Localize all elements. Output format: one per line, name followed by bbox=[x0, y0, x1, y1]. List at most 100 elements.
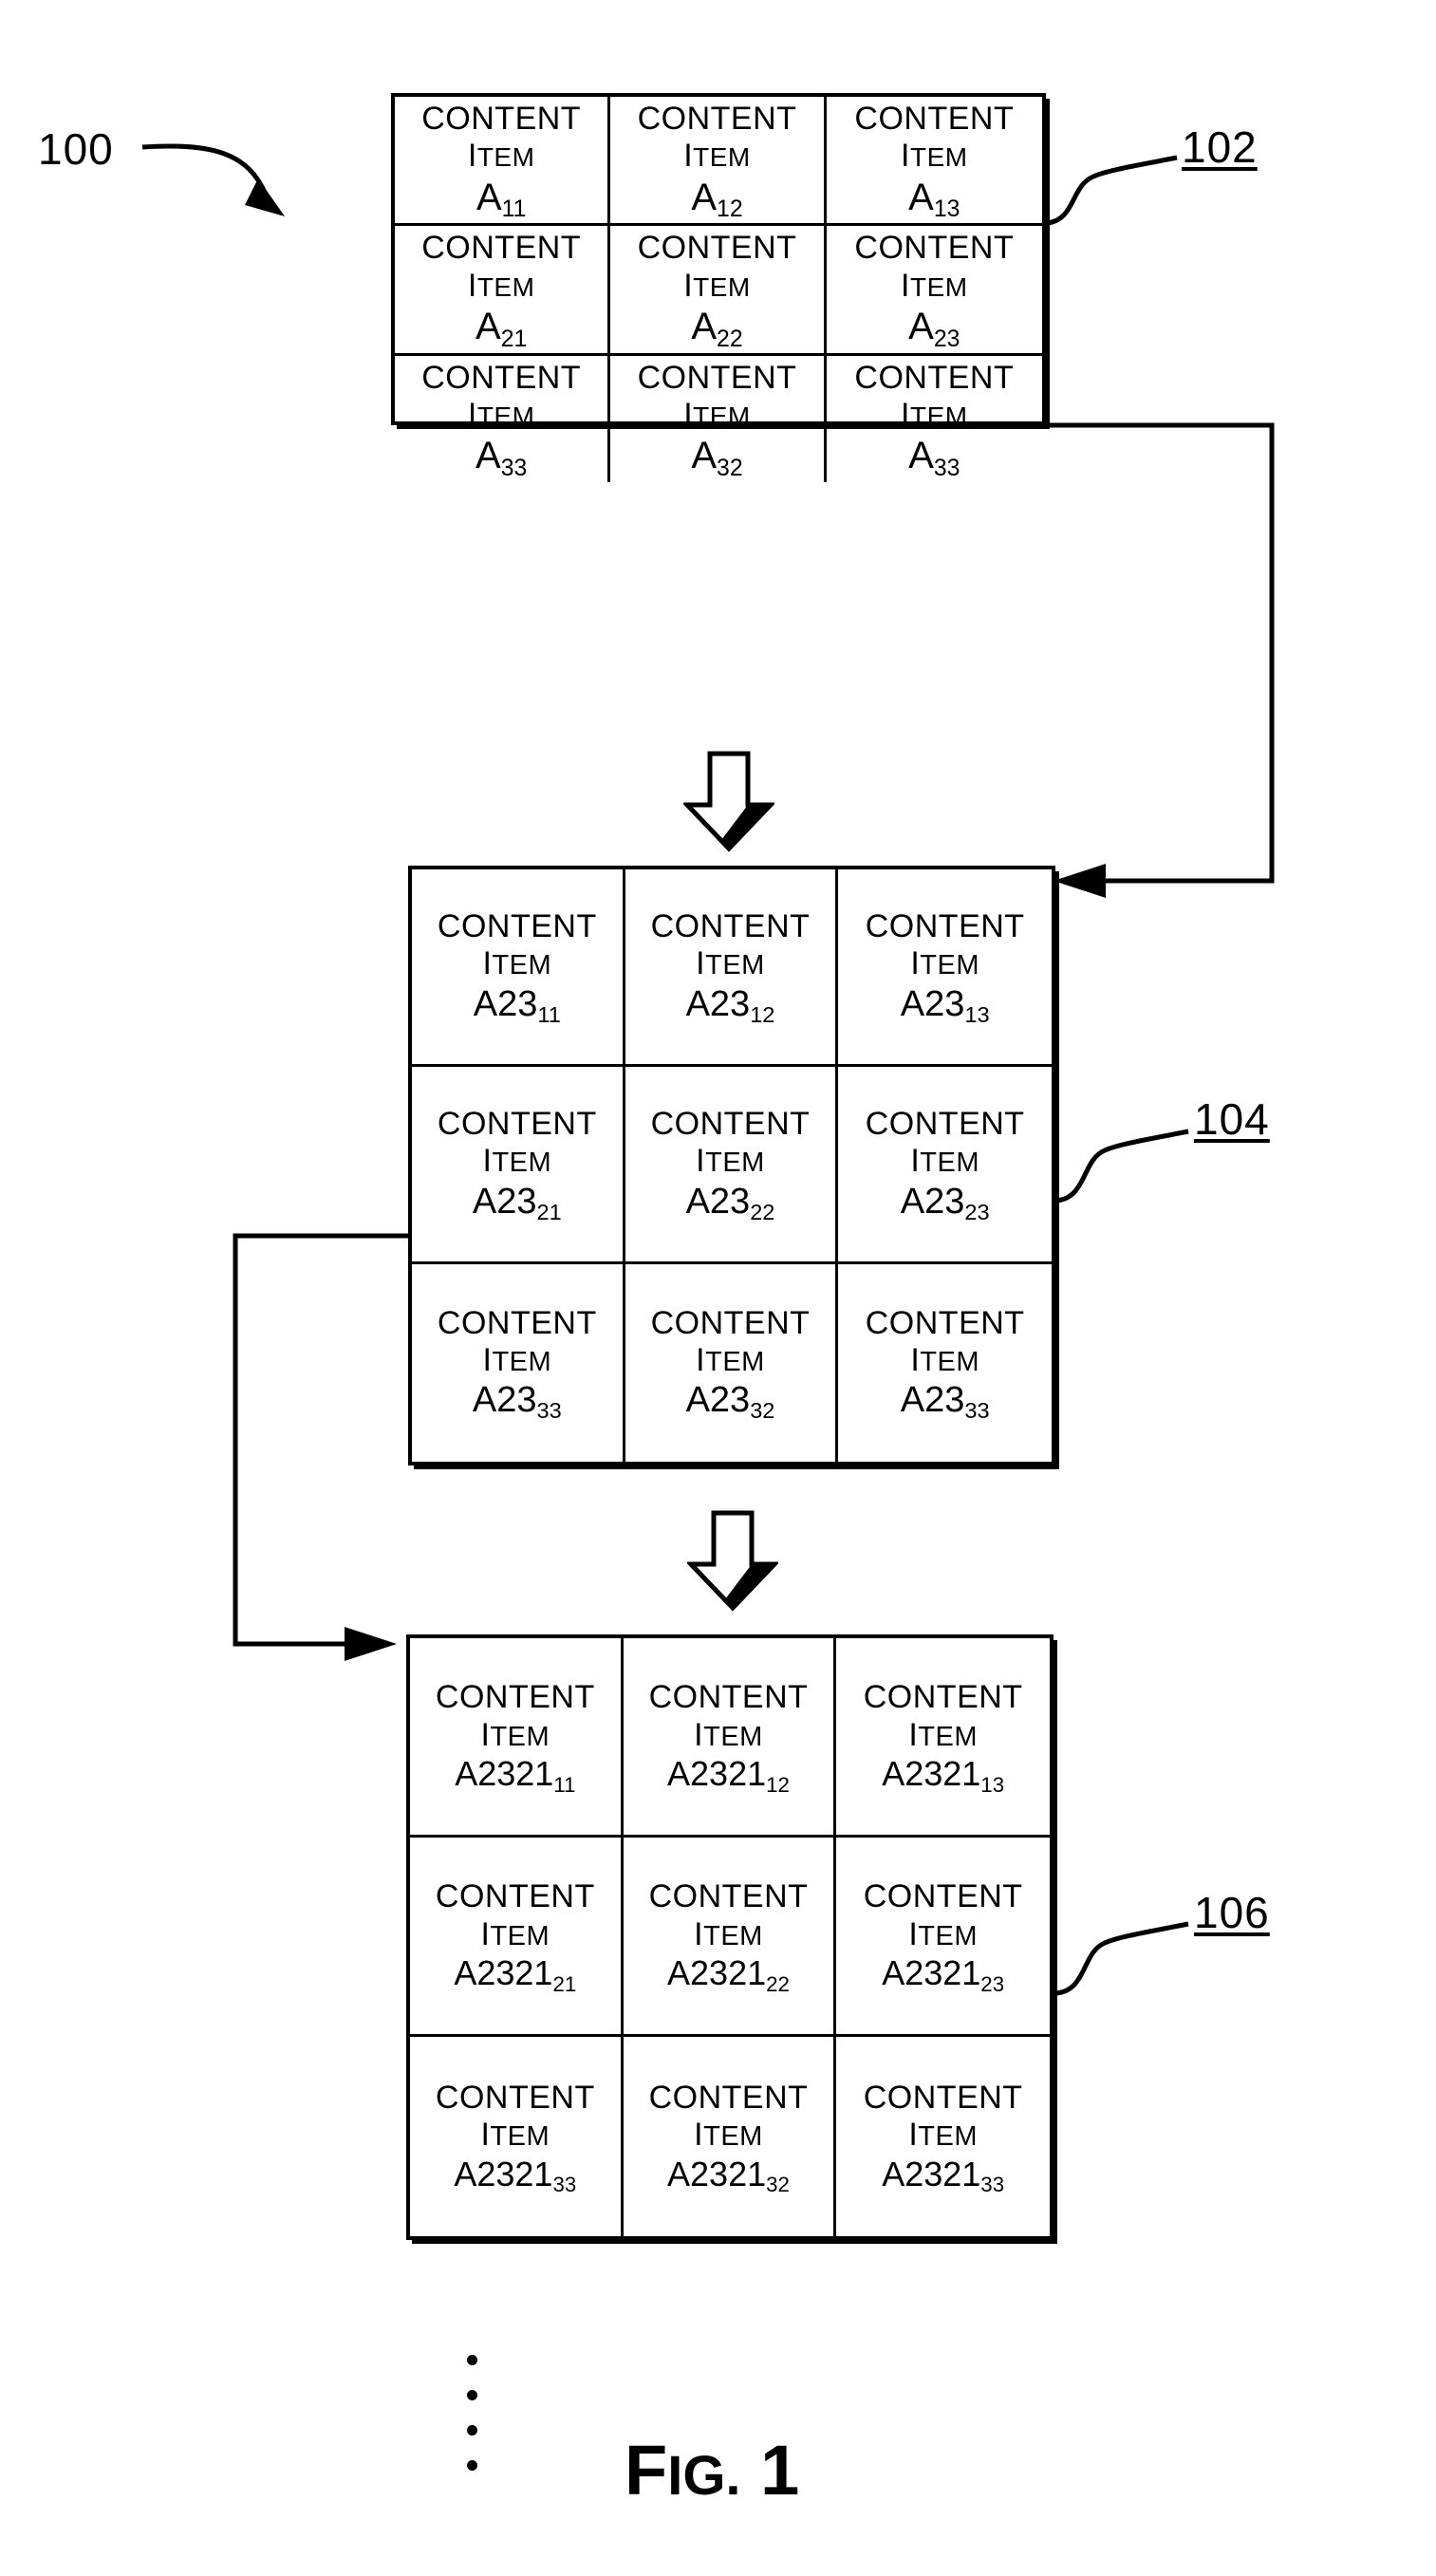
cell-id-base: A23 bbox=[900, 1380, 965, 1421]
cell-id-sub: 33 bbox=[933, 455, 960, 481]
grid-cell[interactable]: CONTENT ITEM A2332 bbox=[625, 1264, 839, 1462]
cell-id-sub: 21 bbox=[500, 326, 528, 352]
cell-id-sub: 12 bbox=[717, 196, 743, 223]
cell-label-line1: CONTENT bbox=[648, 1679, 809, 1716]
cell-id-base: A bbox=[908, 306, 934, 348]
grid-cell[interactable]: CONTENT ITEM A232113 bbox=[836, 1638, 1050, 1838]
cell-id-sub: 23 bbox=[933, 326, 960, 352]
cell-id-sub: 32 bbox=[717, 455, 743, 481]
grid-cell[interactable]: CONTENT ITEM A32 bbox=[610, 355, 827, 482]
cell-id-sub: 32 bbox=[766, 2173, 790, 2197]
grid-cell[interactable]: CONTENT ITEM A12 bbox=[610, 97, 827, 227]
content-grid-106: CONTENT ITEM A232111 CONTENT ITEM A23211… bbox=[406, 1634, 1054, 2240]
grid-cell[interactable]: CONTENT ITEM A33 bbox=[395, 355, 611, 482]
cell-id-sub: 33 bbox=[980, 2173, 1005, 2197]
cell-id-sub: 22 bbox=[750, 1199, 775, 1224]
cell-label-line1: CONTENT bbox=[437, 908, 597, 945]
cell-label-line1: CONTENT bbox=[435, 1679, 595, 1716]
cell-id-base: A bbox=[908, 176, 934, 218]
system-leader-arrowhead bbox=[245, 178, 285, 216]
cell-id-base: A bbox=[691, 435, 718, 477]
figure-caption-number: 1 bbox=[760, 2431, 800, 2510]
cell-label-line1: CONTENT bbox=[421, 230, 582, 267]
cell-label-line1: CONTENT bbox=[648, 2079, 809, 2116]
leader-line-102 bbox=[1046, 155, 1178, 226]
route-a2321-arrowhead bbox=[345, 1627, 397, 1661]
grid-cell[interactable]: CONTENT ITEM A2333 bbox=[838, 1264, 1052, 1462]
grid-cell-source-a23[interactable]: CONTENT ITEM A23 bbox=[826, 226, 1042, 356]
grid-cell[interactable]: CONTENT ITEM A2313 bbox=[838, 869, 1052, 1067]
cell-label-line1: CONTENT bbox=[421, 359, 582, 396]
cell-label-line1: CONTENT bbox=[854, 230, 1015, 267]
dot bbox=[467, 2425, 477, 2436]
cell-id-sub: 22 bbox=[717, 326, 743, 352]
cell-id-base: A2321 bbox=[667, 2154, 767, 2193]
cell-id-sub: 11 bbox=[501, 196, 527, 223]
grid-cell[interactable]: CONTENT ITEM A2323 bbox=[838, 1067, 1052, 1264]
cell-label-line1: CONTENT bbox=[421, 101, 582, 137]
cell-id-sub: 13 bbox=[980, 1772, 1005, 1797]
grid-cell[interactable]: CONTENT ITEM A2322 bbox=[625, 1067, 839, 1264]
grid-cell[interactable]: CONTENT ITEM A232121 bbox=[410, 1838, 624, 2037]
ref-numeral-100: 100 bbox=[38, 124, 114, 174]
cell-label-line1: CONTENT bbox=[650, 908, 811, 945]
cell-label-line1: CONTENT bbox=[854, 359, 1015, 396]
grid-cell[interactable]: CONTENT ITEM A11 bbox=[395, 97, 611, 227]
cell-id-sub: 33 bbox=[552, 2173, 577, 2197]
grid-cell[interactable]: CONTENT ITEM A232133 bbox=[836, 2037, 1050, 2236]
cell-label-line1: CONTENT bbox=[437, 1106, 597, 1143]
cell-id-sub: 22 bbox=[766, 1971, 790, 1996]
cell-id-base: A23 bbox=[473, 983, 538, 1024]
leader-line-104 bbox=[1055, 1129, 1189, 1204]
grid-cell[interactable]: CONTENT ITEM A232122 bbox=[623, 1838, 837, 2037]
grid-cell[interactable]: CONTENT ITEM A13 bbox=[826, 97, 1042, 227]
grid-cell[interactable]: CONTENT ITEM A232132 bbox=[624, 2037, 837, 2236]
cell-id-sub: 11 bbox=[553, 1772, 576, 1797]
grid-cell[interactable]: CONTENT ITEM A2311 bbox=[412, 869, 625, 1067]
system-leader-line bbox=[141, 143, 269, 196]
cell-label-line1: CONTENT bbox=[650, 1304, 811, 1341]
grid-cell-source-a2321[interactable]: CONTENT ITEM A2321 bbox=[412, 1067, 625, 1264]
cell-label-line1: CONTENT bbox=[863, 1679, 1023, 1716]
grid-cell[interactable]: CONTENT ITEM A232133 bbox=[410, 2037, 624, 2236]
cell-id-base: A2321 bbox=[667, 1953, 767, 1993]
ref-numeral-102: 102 bbox=[1182, 122, 1258, 172]
grid-cell[interactable]: CONTENT ITEM A22 bbox=[610, 226, 827, 356]
down-arrow-icon-2 bbox=[687, 1510, 778, 1612]
cell-id-sub: 32 bbox=[750, 1398, 775, 1424]
cell-id-base: A23 bbox=[685, 1380, 751, 1421]
cell-id-base: A bbox=[691, 176, 718, 218]
grid-cell[interactable]: CONTENT ITEM A232123 bbox=[836, 1838, 1050, 2037]
grid-cell[interactable]: CONTENT ITEM A232111 bbox=[410, 1638, 624, 1838]
cell-id-sub: 23 bbox=[964, 1199, 990, 1224]
cell-label-line1: CONTENT bbox=[648, 1878, 809, 1915]
route-a2321-to-grid-106 bbox=[233, 1233, 425, 1647]
grid-cell[interactable]: CONTENT ITEM A33 bbox=[827, 356, 1042, 482]
ref-numeral-104: 104 bbox=[1194, 1094, 1270, 1144]
cell-id-base: A bbox=[476, 306, 501, 348]
route-a23-to-grid-104 bbox=[932, 422, 1275, 884]
cell-id-base: A bbox=[476, 176, 502, 218]
patent-figure-page: 100 CONTENT ITEM A11 CONTENT ITEM A12 CO… bbox=[0, 0, 1436, 2576]
cell-id-base: A2321 bbox=[667, 1754, 767, 1794]
continuation-dots bbox=[467, 2343, 477, 2483]
cell-label-line1: CONTENT bbox=[637, 101, 797, 137]
cell-id-base: A2321 bbox=[882, 2154, 981, 2193]
grid-cell[interactable]: CONTENT ITEM A232112 bbox=[623, 1638, 837, 1838]
content-grid-104: CONTENT ITEM A2311 CONTENT ITEM A2312 CO… bbox=[408, 866, 1055, 1465]
cell-id-sub: 33 bbox=[964, 1398, 990, 1424]
cell-id-sub: 11 bbox=[537, 1001, 561, 1027]
grid-cell[interactable]: CONTENT ITEM A21 bbox=[395, 226, 611, 356]
cell-label-line1: CONTENT bbox=[865, 1304, 1025, 1341]
grid-cell[interactable]: CONTENT ITEM A2312 bbox=[625, 869, 839, 1067]
grid-cell[interactable]: CONTENT ITEM A2333 bbox=[412, 1264, 625, 1462]
cell-id-sub: 33 bbox=[500, 455, 528, 481]
cell-id-sub: 21 bbox=[552, 1971, 577, 1996]
cell-id-base: A2321 bbox=[454, 1953, 553, 1993]
figure-caption-ig: IG. bbox=[667, 2445, 741, 2507]
cell-id-sub: 12 bbox=[766, 1772, 790, 1797]
cell-label-line1: CONTENT bbox=[863, 1878, 1023, 1915]
ref-numeral-106: 106 bbox=[1194, 1888, 1270, 1937]
figure-caption-f: F bbox=[625, 2431, 668, 2510]
cell-id-sub: 33 bbox=[536, 1398, 562, 1424]
